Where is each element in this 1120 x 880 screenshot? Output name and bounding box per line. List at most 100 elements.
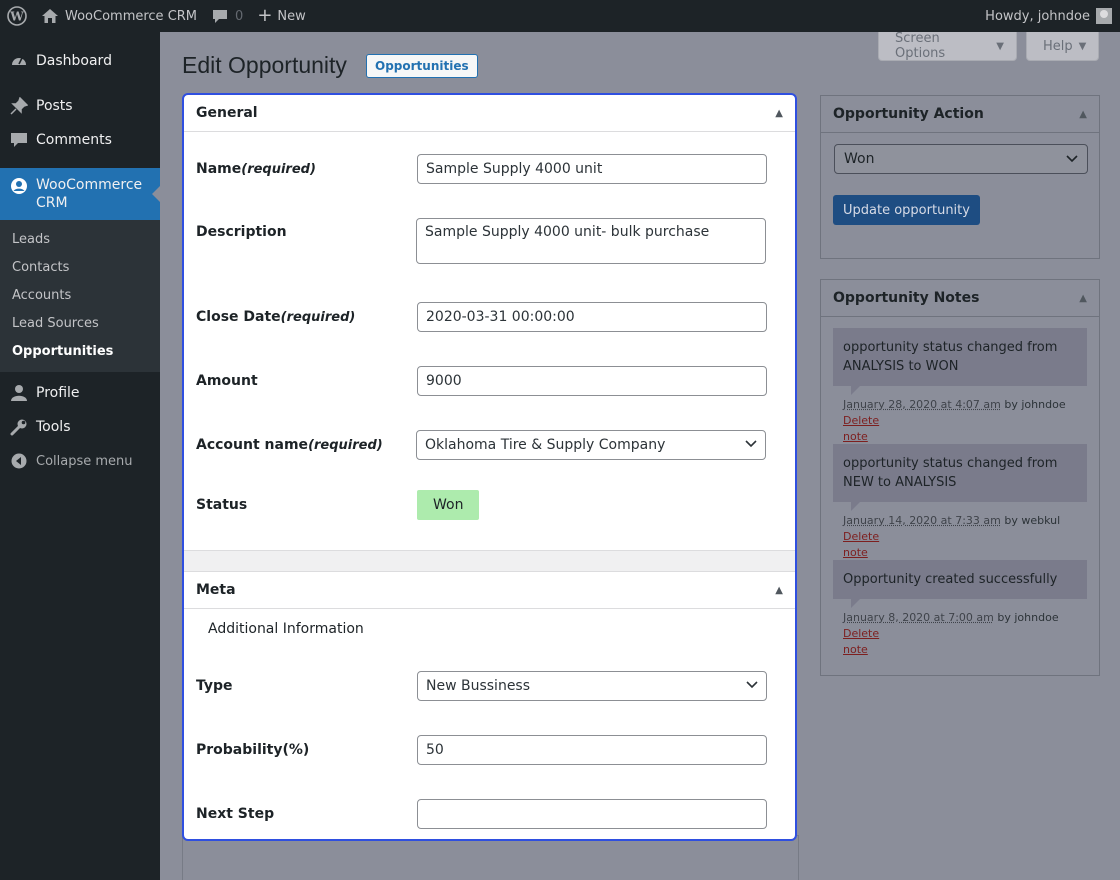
menu-label-posts: Posts	[36, 98, 73, 114]
description-row: Description Sample Supply 4000 unit- bul…	[196, 218, 795, 264]
main-content: Screen Options ▼ Help ▼ Edit Opportunity…	[160, 32, 1120, 880]
user-icon	[10, 384, 28, 402]
menu-label-woocommerce-crm: WooCommerce CRM	[36, 176, 146, 212]
account-selected-value: Oklahoma Tire & Supply Company	[425, 437, 665, 453]
note-author: by webkul	[1004, 514, 1060, 527]
general-heading: General	[196, 105, 258, 121]
name-input[interactable]: Sample Supply 4000 unit	[417, 154, 767, 184]
wordpress-logo-icon[interactable]: W	[0, 0, 34, 32]
note-author: by johndoe	[1004, 398, 1065, 411]
account-label-wrap: Account name(required)	[196, 437, 417, 453]
avatar	[1096, 8, 1112, 24]
note-item: opportunity status changed from NEW to A…	[833, 444, 1087, 561]
close-date-input[interactable]: 2020-03-31 00:00:00	[417, 302, 767, 332]
account-select[interactable]: Oklahoma Tire & Supply Company	[416, 430, 766, 460]
opportunity-notes-header[interactable]: Opportunity Notes ▲	[821, 280, 1099, 317]
chevron-down-icon	[1066, 155, 1078, 163]
screen-options-button[interactable]: Screen Options ▼	[878, 32, 1017, 61]
menu-item-woocommerce-crm[interactable]: WooCommerce CRM	[0, 168, 160, 220]
meta-header[interactable]: Meta ▲	[184, 572, 795, 609]
note-text: opportunity status changed from ANALYSIS…	[833, 328, 1087, 386]
probability-input[interactable]: 50	[417, 735, 767, 765]
collapse-toggle-icon[interactable]: ▲	[775, 585, 783, 596]
opportunity-notes-heading: Opportunity Notes	[833, 290, 979, 306]
next-step-label: Next Step	[196, 806, 417, 822]
delete-note-link[interactable]: Delete	[843, 530, 879, 543]
required-marker: (required)	[281, 310, 356, 325]
amount-input[interactable]: 9000	[417, 366, 767, 396]
collapse-arrow-icon	[10, 452, 28, 470]
delete-note-link-cont[interactable]: note	[843, 430, 868, 443]
wrench-icon	[10, 418, 28, 436]
submenu-item-opportunities[interactable]: Opportunities	[0, 338, 160, 366]
collapse-toggle-icon[interactable]: ▲	[775, 108, 783, 119]
note-item: Opportunity created successfully January…	[833, 560, 1087, 658]
opportunities-list-button[interactable]: Opportunities	[366, 54, 478, 78]
submenu-item-leads[interactable]: Leads	[0, 226, 160, 254]
opportunity-status-select[interactable]: Won	[834, 144, 1088, 174]
delete-note-link[interactable]: Delete	[843, 414, 879, 427]
opportunity-action-header[interactable]: Opportunity Action ▲	[821, 96, 1099, 133]
submenu-item-contacts[interactable]: Contacts	[0, 254, 160, 282]
next-step-input[interactable]	[417, 799, 767, 829]
note-date: January 28, 2020 at 4:07 am	[843, 398, 1001, 411]
description-textarea[interactable]: Sample Supply 4000 unit- bulk purchase	[416, 218, 766, 264]
update-opportunity-button[interactable]: Update opportunity	[833, 195, 980, 225]
svg-text:W: W	[9, 10, 24, 24]
delete-note-link[interactable]: Delete	[843, 627, 879, 640]
lower-postbox	[182, 835, 799, 880]
dashboard-gauge-icon	[10, 52, 28, 70]
screen-options-label: Screen Options	[895, 31, 990, 61]
general-header[interactable]: General ▲	[184, 95, 795, 132]
probability-row: Probability(%) 50	[196, 735, 795, 765]
menu-item-profile[interactable]: Profile	[0, 376, 160, 410]
meta-heading: Meta	[196, 582, 236, 598]
account-row: Account name(required) Oklahoma Tire & S…	[196, 430, 795, 460]
type-selected-value: New Bussiness	[426, 678, 530, 694]
required-marker: (required)	[308, 438, 383, 453]
menu-item-tools[interactable]: Tools	[0, 410, 160, 444]
menu-item-dashboard[interactable]: Dashboard	[0, 44, 160, 78]
account-label: Account name	[196, 437, 308, 453]
menu-item-comments[interactable]: Comments	[0, 123, 160, 157]
site-name-link[interactable]: WooCommerce CRM	[34, 0, 204, 32]
note-meta: January 28, 2020 at 4:07 am by johndoe D…	[833, 397, 1087, 445]
status-label: Status	[196, 497, 417, 513]
delete-note-link-cont[interactable]: note	[843, 546, 868, 559]
name-label-wrap: Name(required)	[196, 161, 417, 177]
comments-icon	[10, 131, 28, 149]
page-title: Edit Opportunity	[182, 52, 347, 79]
note-meta: January 14, 2020 at 7:33 am by webkul De…	[833, 513, 1087, 561]
chevron-down-icon	[746, 681, 758, 692]
amount-label: Amount	[196, 373, 417, 389]
collapse-menu-label: Collapse menu	[36, 454, 133, 469]
collapse-menu-button[interactable]: Collapse menu	[0, 444, 160, 478]
amount-row: Amount 9000	[196, 366, 795, 396]
close-date-row: Close Date(required) 2020-03-31 00:00:00	[196, 302, 795, 332]
comments-count: 0	[235, 9, 243, 24]
description-label: Description	[196, 218, 417, 240]
comments-link[interactable]: 0	[204, 0, 250, 32]
next-step-row: Next Step	[196, 799, 795, 829]
submenu-item-accounts[interactable]: Accounts	[0, 282, 160, 310]
note-text: opportunity status changed from NEW to A…	[833, 444, 1087, 502]
menu-label-tools: Tools	[36, 419, 71, 435]
submenu-item-lead-sources[interactable]: Lead Sources	[0, 310, 160, 338]
help-label: Help	[1043, 39, 1073, 54]
opportunity-notes-postbox: Opportunity Notes ▲ opportunity status c…	[820, 279, 1100, 676]
note-text: Opportunity created successfully	[833, 560, 1087, 599]
help-button[interactable]: Help ▼	[1026, 32, 1099, 61]
admin-sidebar: Dashboard Posts Comments WooCommerce CRM…	[0, 32, 160, 880]
collapse-toggle-icon[interactable]: ▲	[1079, 109, 1087, 120]
name-label: Name	[196, 161, 241, 177]
status-badge: Won	[417, 490, 479, 520]
name-row: Name(required) Sample Supply 4000 unit	[196, 154, 795, 184]
my-account-link[interactable]: Howdy, johndoe	[978, 0, 1120, 32]
new-content-link[interactable]: + New	[250, 0, 312, 32]
close-date-label-wrap: Close Date(required)	[196, 309, 417, 325]
menu-item-posts[interactable]: Posts	[0, 89, 160, 123]
collapse-toggle-icon[interactable]: ▲	[1079, 293, 1087, 304]
delete-note-link-cont[interactable]: note	[843, 643, 868, 656]
type-select[interactable]: New Bussiness	[417, 671, 767, 701]
probability-label: Probability(%)	[196, 742, 417, 758]
